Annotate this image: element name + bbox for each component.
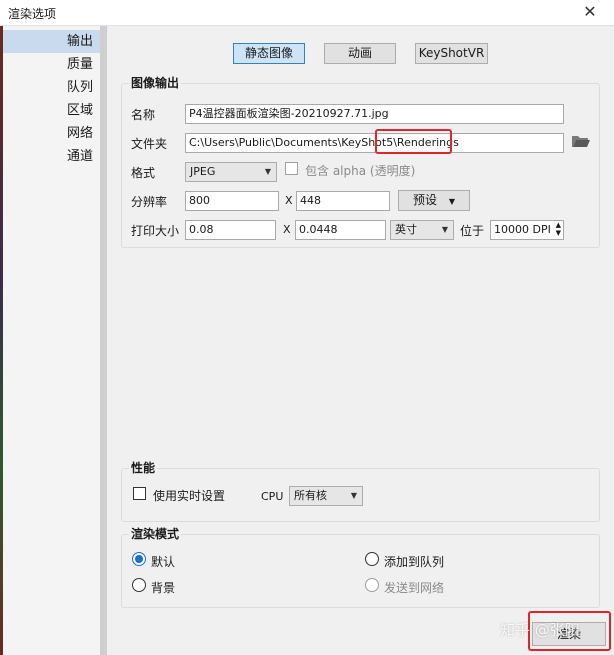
title-bar: 渲染选项 ✕ <box>0 0 614 26</box>
image-output-group: 图像输出 名称 P4温控器面板渲染图-20210927.71.jpg 文件夹 C… <box>121 74 600 248</box>
sidebar-item-output[interactable]: 输出 <box>3 30 100 53</box>
send-network-radio[interactable] <box>365 578 379 592</box>
unit-value: 英寸 <box>395 223 417 236</box>
main-panel: 静态图像 动画 KeyShotVR 图像输出 名称 P4温控器面板渲染图-202… <box>107 26 614 655</box>
add-queue-label: 添加到队列 <box>384 555 445 569</box>
folder-open-icon[interactable] <box>571 132 591 150</box>
resolution-width-input[interactable]: 800 <box>185 191 279 211</box>
format-value: JPEG <box>190 165 216 178</box>
print-height-input[interactable]: 0.0448 <box>295 220 386 240</box>
image-output-title: 图像输出 <box>129 74 182 91</box>
close-icon[interactable]: ✕ <box>580 2 600 21</box>
name-label: 名称 <box>131 108 156 122</box>
performance-group: 性能 使用实时设置 CPU 所有核 ▼ <box>121 459 600 522</box>
realtime-checkbox[interactable] <box>133 487 146 500</box>
render-mode-title: 渲染模式 <box>129 525 182 542</box>
dpi-value: 10000 DPI <box>494 223 551 236</box>
add-queue-radio[interactable] <box>365 552 379 566</box>
cpu-select[interactable]: 所有核 ▼ <box>289 486 363 506</box>
sidebar-item-region[interactable]: 区域 <box>3 99 100 122</box>
chevron-down-icon: ▼ <box>350 491 357 500</box>
spin-arrows-icon[interactable]: ▲ ▼ <box>556 221 561 237</box>
alpha-label: 包含 alpha (透明度) <box>305 164 416 178</box>
chevron-down-icon: ▼ <box>448 197 455 206</box>
format-select[interactable]: JPEG ▼ <box>185 162 277 182</box>
cpu-label: CPU <box>261 490 284 503</box>
preset-label: 预设 <box>413 193 438 207</box>
background-label: 背景 <box>151 581 176 595</box>
folder-label: 文件夹 <box>131 137 168 151</box>
sidebar-item-passes[interactable]: 通道 <box>3 145 100 168</box>
realtime-label: 使用实时设置 <box>153 489 226 503</box>
preset-button[interactable]: 预设 ▼ <box>398 190 470 211</box>
sidebar-item-quality[interactable]: 质量 <box>3 53 100 76</box>
tab-still-image[interactable]: 静态图像 <box>233 43 305 64</box>
resolution-x-separator: X <box>285 194 293 207</box>
chevron-down-icon: ▼ <box>441 225 448 234</box>
format-label: 格式 <box>131 166 156 180</box>
cpu-value: 所有核 <box>294 489 327 502</box>
default-radio[interactable] <box>132 552 146 566</box>
window-title: 渲染选项 <box>8 7 57 21</box>
at-label: 位于 <box>460 224 485 238</box>
dpi-spinbox[interactable]: 10000 DPI ▲ ▼ <box>490 220 564 240</box>
resolution-label: 分辨率 <box>131 195 168 209</box>
tab-keyshotvr[interactable]: KeyShotVR <box>415 43 488 64</box>
tab-animation[interactable]: 动画 <box>324 43 396 64</box>
send-network-label: 发送到网络 <box>384 581 445 595</box>
watermark-text: 知乎 @张阳 <box>500 621 580 639</box>
name-input[interactable]: P4温控器面板渲染图-20210927.71.jpg <box>185 104 564 124</box>
print-width-input[interactable]: 0.08 <box>185 220 276 240</box>
performance-title: 性能 <box>129 459 158 476</box>
background-radio[interactable] <box>132 578 146 592</box>
alpha-checkbox[interactable] <box>285 162 298 175</box>
resolution-height-input[interactable]: 448 <box>296 191 390 211</box>
sidebar: 输出 质量 队列 区域 网络 通道 <box>3 26 101 655</box>
folder-highlight-box <box>375 129 452 154</box>
render-mode-group: 渲染模式 默认 添加到队列 背景 发送到网络 <box>121 525 600 608</box>
sidebar-item-queue[interactable]: 队列 <box>3 76 100 99</box>
sidebar-item-network[interactable]: 网络 <box>3 122 100 145</box>
print-size-label: 打印大小 <box>131 224 180 238</box>
chevron-down-icon: ▼ <box>264 167 271 176</box>
print-x-separator: X <box>283 223 291 236</box>
unit-select[interactable]: 英寸 ▼ <box>390 220 454 240</box>
default-label: 默认 <box>151 555 176 569</box>
